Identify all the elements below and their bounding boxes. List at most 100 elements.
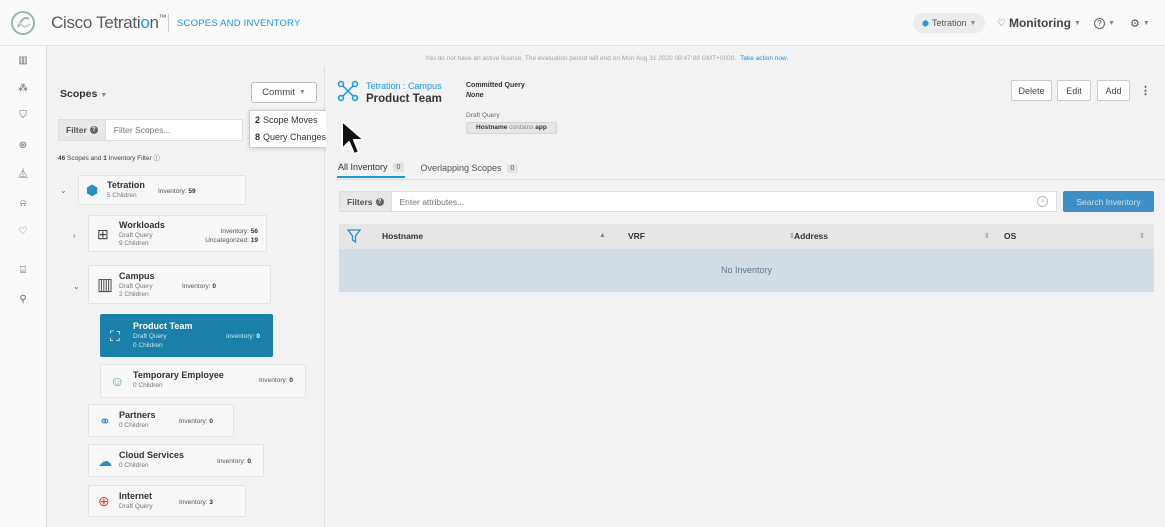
scope-name: Campus (119, 271, 155, 281)
scope-inventory: Inventory: 0 (182, 283, 216, 290)
network-icon (337, 80, 359, 102)
shield-icon[interactable]: ⛉ (17, 110, 29, 122)
scope-node-partners[interactable]: ⚭ Partners 0 Children Inventory: 0 (88, 404, 234, 437)
scope-children: 0 Children (133, 342, 163, 349)
alerts-bell-icon[interactable]: ⍾ (17, 198, 29, 210)
expand-chevron-icon[interactable]: › (73, 231, 76, 240)
expand-chevron-icon[interactable]: ⌄ (60, 186, 67, 195)
chevron-down-icon: ▼ (100, 92, 108, 99)
wrench-icon[interactable]: ⚲ (17, 294, 29, 306)
scope-uncategorized: Uncategorized: 19 (205, 237, 258, 244)
take-action-link[interactable]: Take action now. (740, 55, 788, 62)
scopes-tree-icon[interactable]: ⁂ (17, 83, 29, 95)
clear-icon[interactable]: × (1037, 196, 1048, 207)
scopes-title[interactable]: Scopes ▼ (60, 88, 107, 100)
scope-name: Cloud Services (119, 450, 185, 460)
scope-name: Workloads (119, 220, 165, 230)
building-icon: ▥ (97, 274, 114, 294)
scope-inventory: Inventory: 3 (179, 499, 213, 506)
help-menu[interactable]: ? ▼ (1094, 13, 1115, 33)
tetration-logo-icon[interactable] (10, 10, 36, 36)
monitoring-menu[interactable]: ♡ Monitoring ▼ (997, 13, 1081, 33)
chevron-down-icon: ▼ (1142, 19, 1150, 27)
scope-count: 46 Scopes and 1 Inventory Filter ⓘ (58, 155, 160, 162)
column-address[interactable]: Address (794, 231, 828, 241)
scope-name: Internet (119, 491, 153, 501)
chevron-down-icon: ▼ (298, 89, 306, 96)
scope-detail-panel: Tetration : Campus Product Team Committe… (326, 66, 1165, 527)
edit-button[interactable]: Edit (1057, 80, 1091, 101)
scope-children: 0 Children (119, 462, 149, 469)
workloads-icon[interactable]: ⊛ (17, 140, 29, 152)
settings-menu[interactable]: ⚙ ▼ (1130, 13, 1150, 33)
scope-title: Product Team (366, 93, 442, 105)
scope-inventory: Inventory: 0 (179, 418, 213, 425)
scope-filter-bar: Filter? (58, 119, 243, 141)
scope-selector-label: Tetration (931, 18, 967, 28)
commit-button[interactable]: Commit ▼ (251, 82, 317, 103)
scope-node-campus[interactable]: ▥ Campus Draft Query 2 Children Inventor… (88, 265, 271, 304)
scope-query: Draft Query (119, 283, 153, 290)
scope-children: 2 Children (119, 291, 149, 298)
help-icon: ? (1094, 17, 1105, 29)
column-hostname[interactable]: Hostname (382, 231, 423, 241)
scope-inventory: Inventory: 56 (220, 228, 258, 235)
attributes-input[interactable] (391, 196, 1056, 207)
add-button[interactable]: Add (1097, 80, 1130, 101)
tab-overlapping-scopes[interactable]: Overlapping Scopes 0 (419, 158, 519, 178)
handshake-icon: ⚭ (99, 412, 111, 429)
heartbeat-icon[interactable]: ♡ (17, 226, 29, 238)
scope-inventory: Inventory: 0 (226, 333, 260, 340)
scope-children: 0 Children (119, 422, 149, 429)
scope-query: Draft Query (133, 333, 167, 340)
tab-all-inventory[interactable]: All Inventory 0 (337, 158, 406, 178)
sort-icon[interactable]: ⇕ (1139, 232, 1145, 240)
scope-node-internet[interactable]: ⊕ Internet Draft Query Inventory: 3 (88, 485, 246, 517)
scope-name: Partners (119, 410, 156, 420)
scope-node-product-team[interactable]: ⛶ Product Team Draft Query 0 Children In… (100, 314, 273, 357)
info-icon[interactable]: ? (89, 126, 98, 134)
scope-name: Product Team (133, 321, 193, 331)
scope-node-cloud-services[interactable]: ☁ Cloud Services 0 Children Inventory: 0 (88, 444, 264, 477)
column-os[interactable]: OS (1004, 231, 1016, 241)
mouse-cursor-icon (341, 120, 365, 155)
filters-label: Filters? (340, 192, 392, 211)
scope-node-tetration[interactable]: ⬢ Tetration 5 Children Inventory: 59 (78, 175, 246, 205)
flask-icon[interactable]: ⏅ (17, 169, 29, 181)
brand-name: Cisco Tetration™ (51, 13, 167, 32)
scope-name: Temporary Employee (133, 370, 224, 380)
search-inventory-button[interactable]: Search Inventory (1063, 191, 1154, 212)
dashboard-icon[interactable]: ▥ (17, 55, 29, 67)
scope-children: 0 Children (133, 382, 163, 389)
breadcrumb[interactable]: Tetration : Campus (366, 81, 442, 91)
collapse-chevron-icon[interactable]: ⌄ (73, 282, 80, 291)
scope-node-temporary-employee[interactable]: ☺ Temporary Employee 0 Children Inventor… (100, 364, 306, 398)
committed-query-label: Committed Query (466, 82, 525, 89)
platform-icon[interactable]: ⌸ (17, 265, 29, 277)
scope-children: 5 Children (107, 192, 137, 199)
more-options-icon[interactable]: ⋮ (1140, 84, 1151, 97)
user-icon: ☺ (110, 373, 125, 389)
info-icon[interactable]: ⓘ (153, 155, 160, 162)
column-vrf[interactable]: VRF (628, 231, 645, 241)
sort-icon[interactable]: ⇕ (984, 232, 990, 240)
info-icon[interactable]: ? (375, 197, 384, 206)
scope-name: Tetration (107, 180, 145, 190)
sort-asc-icon[interactable]: ▲ (599, 232, 606, 239)
scope-query: Draft Query (119, 232, 153, 239)
filter-scopes-input[interactable] (105, 125, 226, 135)
scope-query: Draft Query (119, 503, 153, 510)
workloads-icon: ⊞ (97, 225, 109, 242)
delete-button[interactable]: Delete (1011, 80, 1052, 101)
cloud-icon: ☁ (98, 452, 112, 469)
scope-children: 9 Children (119, 240, 149, 247)
title-separator (168, 14, 169, 32)
committed-query-value: None (466, 92, 484, 99)
scope-node-workloads[interactable]: ⊞ Workloads Draft Query 9 Children Inven… (88, 215, 267, 252)
scope-selector[interactable]: ⬢ Tetration ▼ (913, 13, 986, 33)
network-icon: ⛶ (110, 327, 120, 344)
tab-count-badge: 0 (392, 162, 405, 172)
inventory-filter-bar: Filters? × (339, 191, 1057, 212)
license-banner: You do not have an active license. The e… (48, 52, 1165, 66)
funnel-icon[interactable] (347, 228, 361, 244)
